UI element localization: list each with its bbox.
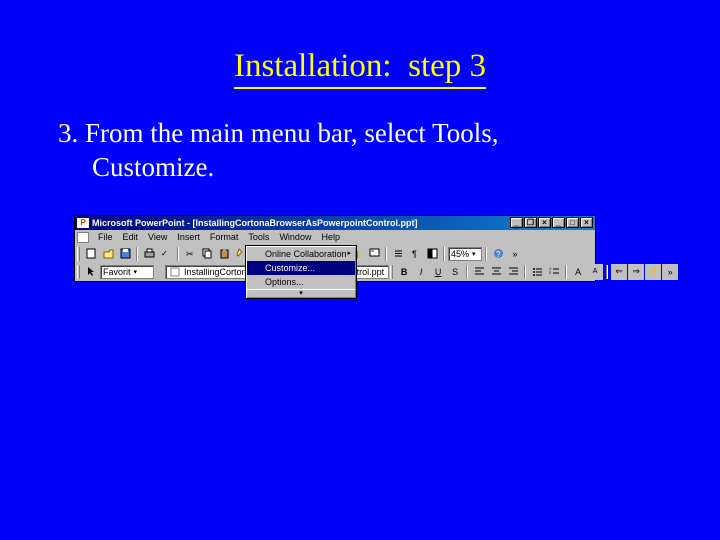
powerpoint-window: P Microsoft PowerPoint - [InstallingCort… — [74, 215, 596, 282]
align-left-icon[interactable] — [471, 264, 487, 280]
window-titlebar: P Microsoft PowerPoint - [InstallingCort… — [75, 216, 595, 230]
menu-file[interactable]: File — [93, 231, 118, 243]
save-icon[interactable] — [117, 246, 133, 262]
toolbar-grip[interactable] — [390, 265, 393, 279]
underline-icon[interactable]: U — [430, 264, 446, 280]
minimize-button[interactable]: _ — [552, 217, 565, 228]
bold-icon[interactable]: B — [396, 264, 412, 280]
child-minimize-button[interactable]: _ — [510, 217, 523, 228]
tools-dropdown-menu: Online Collaboration Customize... Option… — [245, 245, 357, 299]
shadow-icon[interactable]: S — [447, 264, 463, 280]
close-button[interactable]: × — [580, 217, 593, 228]
svg-text:¶: ¶ — [412, 249, 417, 259]
title-part-2: step 3 — [408, 48, 486, 84]
window-title-text: Microsoft PowerPoint - [InstallingCorton… — [92, 218, 510, 228]
document-icon — [77, 232, 89, 243]
menu-customize[interactable]: Customize... — [247, 261, 355, 275]
chevron-down-icon: ▾ — [472, 250, 476, 258]
decrease-font-icon[interactable]: A — [587, 264, 603, 280]
help-icon[interactable]: ? — [490, 246, 506, 262]
toolbar-separator — [606, 265, 608, 279]
new-doc-icon[interactable] — [83, 246, 99, 262]
zoom-combo[interactable]: 45% ▾ — [448, 247, 482, 261]
zoom-value: 45% — [451, 249, 469, 259]
svg-text:✓: ✓ — [161, 249, 168, 258]
child-restore-button[interactable]: ❐ — [524, 217, 537, 228]
maximize-button[interactable]: □ — [566, 217, 579, 228]
toolbar-separator — [443, 247, 445, 261]
menu-format[interactable]: Format — [205, 231, 244, 243]
title-part-1: Installation: — [234, 48, 392, 84]
demote-icon[interactable]: ⇒ — [628, 264, 644, 280]
more-buttons-icon[interactable]: » — [662, 264, 678, 280]
body-line-1: 3. From the main menu bar, select Tools, — [58, 118, 498, 148]
child-close-button[interactable]: × — [538, 217, 551, 228]
body-line-2: Customize. — [58, 151, 662, 185]
menu-window[interactable]: Window — [274, 231, 316, 243]
more-buttons-icon[interactable]: » — [507, 246, 523, 262]
spellcheck-icon[interactable]: ✓ — [158, 246, 174, 262]
expand-all-icon[interactable] — [390, 246, 406, 262]
toolbar-grip[interactable] — [77, 247, 80, 261]
new-slide-icon[interactable] — [366, 246, 382, 262]
menu-bar: File Edit View Insert Format Tools Windo… — [75, 230, 595, 245]
svg-text:?: ? — [496, 250, 501, 259]
menu-tools[interactable]: Tools — [243, 231, 274, 243]
print-icon[interactable] — [141, 246, 157, 262]
toolbar-separator — [177, 247, 179, 261]
menu-options[interactable]: Options... — [247, 275, 355, 289]
cut-icon[interactable]: ✂ — [182, 246, 198, 262]
align-right-icon[interactable] — [505, 264, 521, 280]
bullets-icon[interactable] — [529, 264, 545, 280]
chevron-down-icon: ▾ — [134, 268, 138, 276]
toolbar-separator — [466, 265, 468, 279]
increase-font-icon[interactable]: A — [570, 264, 586, 280]
toolbar-separator — [565, 265, 567, 279]
toolbar-separator — [136, 247, 138, 261]
italic-icon[interactable]: I — [413, 264, 429, 280]
toolbar-separator — [485, 247, 487, 261]
menu-edit[interactable]: Edit — [118, 231, 144, 243]
font-value: Favorit — [103, 267, 131, 277]
slide-body: 3. From the main menu bar, select Tools,… — [0, 107, 720, 185]
toolbar-grip[interactable] — [77, 265, 80, 279]
promote-icon[interactable]: ⇐ — [611, 264, 627, 280]
arrow-icon[interactable] — [83, 264, 99, 280]
powerpoint-app-icon: P — [77, 218, 89, 228]
menu-online-collaboration[interactable]: Online Collaboration — [247, 247, 355, 261]
svg-text:2: 2 — [549, 270, 552, 275]
toolbar-separator — [524, 265, 526, 279]
copy-icon[interactable] — [199, 246, 215, 262]
svg-text:✂: ✂ — [186, 249, 194, 259]
toolbar-separator — [385, 247, 387, 261]
align-center-icon[interactable] — [488, 264, 504, 280]
numbering-icon[interactable]: 12 — [546, 264, 562, 280]
open-icon[interactable] — [100, 246, 116, 262]
menu-help[interactable]: Help — [316, 231, 345, 243]
paste-icon[interactable] — [216, 246, 232, 262]
menu-expand-chevron-icon[interactable]: ▾ — [247, 289, 355, 297]
menu-view[interactable]: View — [143, 231, 172, 243]
slide-title: Installation: step 3 — [0, 0, 720, 107]
menu-insert[interactable]: Insert — [172, 231, 205, 243]
grayscale-icon[interactable] — [424, 246, 440, 262]
font-name-combo[interactable]: Favorit ▾ — [100, 265, 154, 279]
show-formatting-icon[interactable]: ¶ — [407, 246, 423, 262]
animation-effects-icon[interactable] — [645, 264, 661, 280]
